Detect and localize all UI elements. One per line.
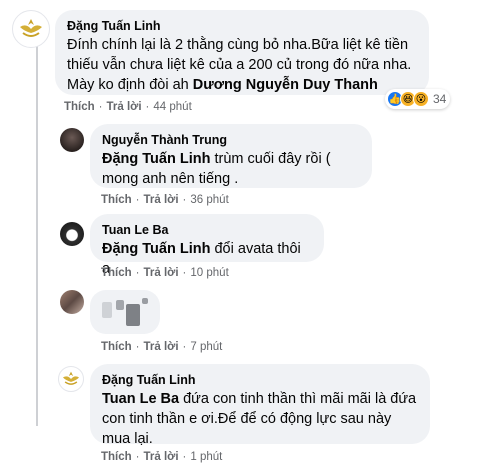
like-button[interactable]: Thích: [101, 267, 132, 279]
timestamp[interactable]: 10 phút: [190, 267, 228, 279]
comment-author[interactable]: Đặng Tuấn Linh: [102, 372, 418, 388]
comment-actions: Thích · Trả lời · 1 phút: [101, 451, 223, 463]
wow-reaction-icon: 😮: [413, 91, 429, 107]
timestamp[interactable]: 44 phút: [153, 101, 191, 113]
blurred-text: [126, 304, 140, 326]
like-button[interactable]: Thích: [101, 194, 132, 206]
comment-actions: Thích · Trả lời · 36 phút: [101, 194, 229, 206]
reaction-summary[interactable]: 👍 😆 😮 34: [385, 89, 451, 109]
comment-actions: Thích · Trả lời · 10 phút: [101, 267, 229, 279]
mention-link[interactable]: Đặng Tuấn Linh: [102, 151, 210, 167]
mention-link[interactable]: Đặng Tuấn Linh: [102, 241, 210, 257]
comment-text: Đặng Tuấn Linh trùm cuối đây rồi ( mong …: [102, 151, 331, 187]
mention-link[interactable]: Tuan Le Ba: [102, 391, 179, 407]
timestamp[interactable]: 7 phút: [190, 341, 222, 353]
avatar-dang-tuan-linh[interactable]: [12, 10, 50, 48]
reaction-count: 34: [433, 92, 447, 106]
timestamp[interactable]: 1 phút: [190, 451, 222, 463]
reply-button[interactable]: Trả lời: [107, 101, 142, 113]
comment-author[interactable]: Tuan Le Ba: [102, 222, 312, 238]
logo-avatar-icon: [62, 371, 80, 385]
comment-text: Đính chính lại là 2 thằng cùng bỏ nha.Bữ…: [67, 37, 412, 93]
like-button[interactable]: Thích: [101, 341, 132, 353]
logo-avatar-icon: [20, 19, 42, 37]
comment-actions: Thích · Trả lời · 44 phút: [64, 101, 192, 113]
reply-button[interactable]: Trả lời: [144, 341, 179, 353]
like-button[interactable]: Thích: [101, 451, 132, 463]
reply-button[interactable]: Trả lời: [144, 194, 179, 206]
comment-bubble-3: Tuan Le Ba Đặng Tuấn Linh đổi avata thôi…: [90, 214, 324, 277]
avatar-blurred[interactable]: [60, 290, 84, 314]
timestamp[interactable]: 36 phút: [190, 194, 228, 206]
blurred-text: [116, 300, 124, 310]
mention-link[interactable]: Dương Nguyễn Duy Thanh: [193, 77, 378, 93]
like-button[interactable]: Thích: [64, 101, 95, 113]
comment-bubble-blurred: [90, 290, 160, 334]
comment-author[interactable]: Đặng Tuấn Linh: [67, 18, 417, 34]
comment-actions: Thích · Trả lời · 7 phút: [101, 341, 223, 353]
comment-bubble-1: Đặng Tuấn Linh Đính chính lại là 2 thằng…: [55, 10, 429, 95]
comment-author[interactable]: Nguyễn Thành Trung: [102, 132, 360, 148]
comment-text: Tuan Le Ba đứa con tinh thần thì mãi mãi…: [102, 391, 417, 447]
avatar-tuan-le-ba[interactable]: [60, 222, 84, 246]
comment-bubble-5: Đặng Tuấn Linh Tuan Le Ba đứa con tinh t…: [90, 364, 430, 447]
blurred-text: [142, 298, 148, 304]
avatar-dang-tuan-linh[interactable]: [58, 366, 84, 392]
avatar-nguyen-thanh-trung[interactable]: [60, 128, 84, 152]
blurred-text: [102, 302, 112, 318]
thread-line: [36, 46, 38, 426]
comment-bubble-2: Nguyễn Thành Trung Đặng Tuấn Linh trùm c…: [90, 124, 372, 188]
reply-button[interactable]: Trả lời: [144, 451, 179, 463]
reply-button[interactable]: Trả lời: [144, 267, 179, 279]
